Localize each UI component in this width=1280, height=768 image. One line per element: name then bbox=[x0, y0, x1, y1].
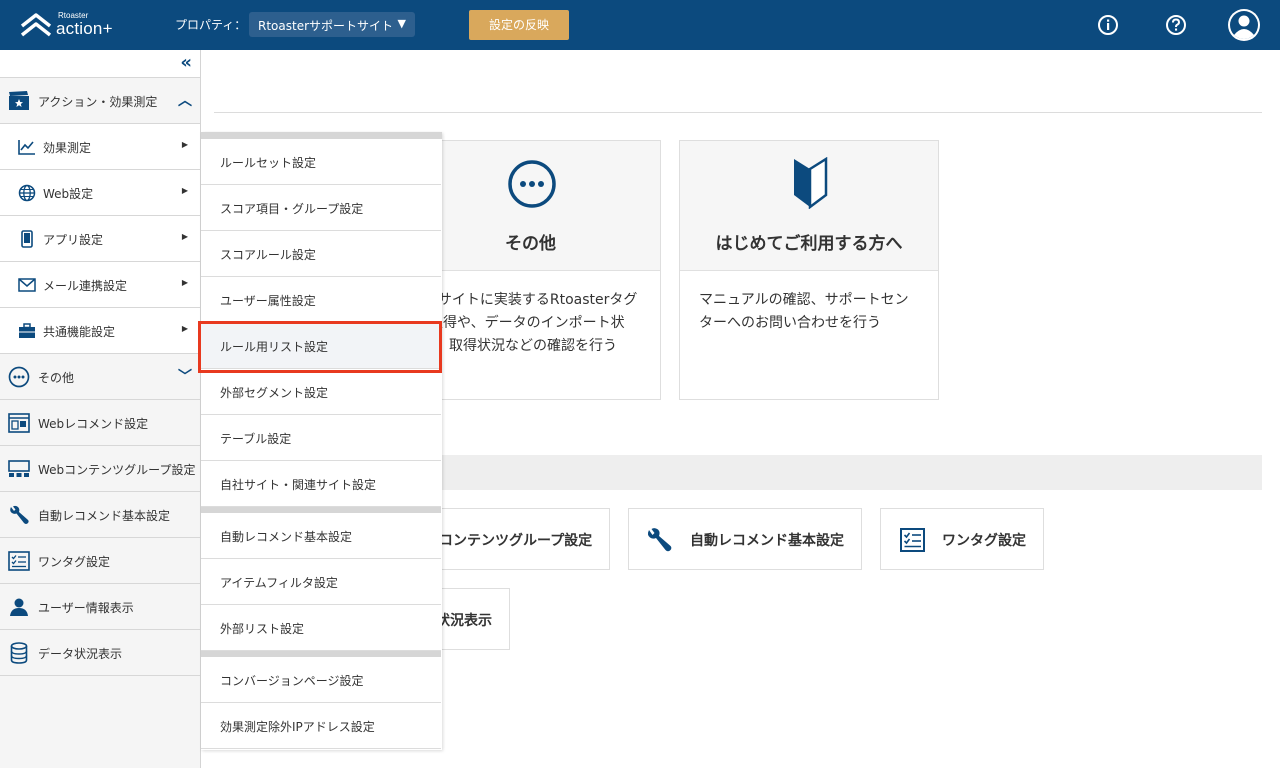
shortcut-label: ワンタグ設定 bbox=[942, 533, 1026, 549]
highlight-annotation bbox=[198, 321, 442, 373]
menu-item-exclude-ip[interactable]: 効果測定除外IPアドレス設定 bbox=[201, 703, 441, 749]
menu-item-score-rule[interactable]: スコアルール設定 bbox=[201, 231, 441, 277]
sidebar-item-label: メール連携設定 bbox=[43, 279, 128, 293]
double-chevron-left-icon: « bbox=[180, 52, 192, 73]
help-icon[interactable] bbox=[1165, 14, 1187, 36]
shortcut-label: 状況表示 bbox=[436, 613, 492, 629]
caret-right-icon: ▶ bbox=[181, 186, 188, 195]
sidebar-item-label: アプリ設定 bbox=[43, 233, 104, 247]
caret-right-icon: ▶ bbox=[181, 232, 188, 241]
smartphone-icon bbox=[16, 228, 38, 250]
property-select-value: Rtoasterサポートサイト bbox=[258, 19, 394, 33]
info-icon[interactable] bbox=[1097, 14, 1119, 36]
card-beginner[interactable]: はじめてご利用する方へ マニュアルの確認、サポートセン ターへのお問い合わせを行… bbox=[679, 140, 939, 400]
sidebar-item-label: その他 bbox=[38, 371, 75, 385]
sidebar: « アクション・効果測定 ︿ 効果測定 ▶ Web設定 ▶ アプリ設定 ▶ メー… bbox=[0, 50, 201, 768]
line-chart-icon bbox=[16, 136, 38, 158]
sidebar-item-label: Webレコメンド設定 bbox=[38, 417, 149, 431]
top-header: Rtoaster action+ プロパティ： Rtoasterサポートサイト … bbox=[0, 0, 1280, 50]
database-icon bbox=[8, 642, 30, 664]
more-circle-icon bbox=[8, 366, 30, 388]
card-title: はじめてご利用する方へ bbox=[715, 234, 903, 254]
sidebar-item-label: アクション・効果測定 bbox=[38, 95, 158, 109]
shortcut-auto-recommend[interactable]: 自動レコメンド基本設定 bbox=[628, 508, 862, 570]
sidebar-item-app-settings[interactable]: アプリ設定 ▶ bbox=[0, 216, 200, 262]
logo-mark-icon bbox=[20, 13, 52, 37]
sidebar-item-content-group[interactable]: Webコンテンツグループ設定 bbox=[0, 446, 200, 492]
sidebar-item-action-measure[interactable]: アクション・効果測定 ︿ bbox=[0, 78, 200, 124]
sidebar-item-other[interactable]: その他 ﹀ bbox=[0, 354, 200, 400]
card-description: bサイトに実装するRtoasterタグ 取得や、データのインポート状 取得状況な… bbox=[429, 289, 637, 358]
wrench-icon bbox=[647, 528, 672, 552]
sidebar-item-web-recommend[interactable]: Webレコメンド設定 bbox=[0, 400, 200, 446]
sidebar-item-label: 効果測定 bbox=[43, 141, 92, 155]
shortcut-label: 自動レコメンド基本設定 bbox=[690, 533, 844, 549]
chevron-down-icon: ﹀ bbox=[178, 369, 192, 385]
card-desc-line: bサイトに実装するRtoasterタグ bbox=[429, 292, 638, 308]
wrench-icon bbox=[8, 504, 30, 526]
sidebar-item-web-settings[interactable]: Web設定 ▶ bbox=[0, 170, 200, 216]
sidebar-item-user-info[interactable]: ユーザー情報表示 bbox=[0, 584, 200, 630]
web-recommend-icon bbox=[8, 412, 30, 434]
card-desc-line: ターへのお問い合わせを行う bbox=[699, 315, 881, 331]
more-circle-icon bbox=[508, 160, 556, 208]
menu-item-auto-recommend[interactable]: 自動レコメンド基本設定 bbox=[201, 513, 441, 559]
menu-item-item-filter[interactable]: アイテムフィルタ設定 bbox=[201, 559, 441, 605]
menu-item-table[interactable]: テーブル設定 bbox=[201, 415, 441, 461]
shortcut-label: コンテンツグループ設定 bbox=[439, 533, 593, 549]
mail-icon bbox=[16, 274, 38, 296]
menu-item-external-segment[interactable]: 外部セグメント設定 bbox=[201, 369, 441, 415]
sidebar-item-label: Web設定 bbox=[43, 187, 94, 201]
sidebar-item-mail-settings[interactable]: メール連携設定 ▶ bbox=[0, 262, 200, 308]
briefcase-icon bbox=[16, 320, 38, 342]
app-logo[interactable]: Rtoaster action+ bbox=[20, 10, 130, 40]
sidebar-item-label: データ状況表示 bbox=[38, 647, 123, 661]
sidebar-item-effect-measure[interactable]: 効果測定 ▶ bbox=[0, 124, 200, 170]
globe-icon bbox=[16, 182, 38, 204]
user-avatar-icon[interactable] bbox=[1228, 9, 1260, 41]
checklist-icon bbox=[900, 528, 925, 552]
sidebar-item-label: ワンタグ設定 bbox=[38, 555, 111, 569]
sidebar-item-label: 共通機能設定 bbox=[43, 325, 116, 339]
caret-down-icon: ▼ bbox=[397, 17, 406, 30]
card-description: マニュアルの確認、サポートセン ターへのお問い合わせを行う bbox=[699, 289, 909, 335]
sidebar-item-onetag[interactable]: ワンタグ設定 bbox=[0, 538, 200, 584]
beginner-mark-icon bbox=[794, 157, 828, 209]
menu-item-own-site[interactable]: 自社サイト・関連サイト設定 bbox=[201, 461, 441, 507]
sidebar-item-label: 自動レコメンド基本設定 bbox=[38, 509, 171, 523]
card-header: はじめてご利用する方へ bbox=[680, 141, 938, 271]
menu-item-user-attribute[interactable]: ユーザー属性設定 bbox=[201, 277, 441, 323]
sidebar-item-label: ユーザー情報表示 bbox=[38, 601, 134, 615]
flyout-menu: ルールセット設定 スコア項目・グループ設定 スコアルール設定 ユーザー属性設定 … bbox=[201, 132, 442, 750]
apply-settings-button[interactable]: 設定の反映 bbox=[469, 10, 569, 40]
menu-item-external-list[interactable]: 外部リスト設定 bbox=[201, 605, 441, 651]
clapperboard-star-icon bbox=[8, 90, 30, 112]
property-select[interactable]: Rtoasterサポートサイト ▼ bbox=[249, 12, 415, 37]
card-desc-line: 取得や、データのインポート状 bbox=[429, 315, 625, 331]
content-group-icon bbox=[8, 458, 30, 480]
sidebar-collapse-button[interactable]: « bbox=[0, 50, 200, 78]
caret-right-icon: ▶ bbox=[181, 324, 188, 333]
logo-main-text: action+ bbox=[56, 19, 113, 38]
user-icon bbox=[8, 596, 30, 618]
caret-right-icon: ▶ bbox=[181, 140, 188, 149]
sidebar-item-auto-recommend[interactable]: 自動レコメンド基本設定 bbox=[0, 492, 200, 538]
chevron-up-icon: ︿ bbox=[178, 93, 192, 109]
menu-item-ruleset[interactable]: ルールセット設定 bbox=[201, 139, 441, 185]
sidebar-item-data-status[interactable]: データ状況表示 bbox=[0, 630, 200, 676]
caret-right-icon: ▶ bbox=[181, 278, 188, 287]
menu-item-score-group[interactable]: スコア項目・グループ設定 bbox=[201, 185, 441, 231]
property-label: プロパティ： bbox=[175, 18, 247, 32]
menu-item-conversion-page[interactable]: コンバージョンページ設定 bbox=[201, 657, 441, 703]
shortcut-onetag[interactable]: ワンタグ設定 bbox=[880, 508, 1044, 570]
section-divider bbox=[214, 112, 1262, 113]
card-desc-line: マニュアルの確認、サポートセン bbox=[699, 292, 909, 308]
sidebar-item-common-settings[interactable]: 共通機能設定 ▶ bbox=[0, 308, 200, 354]
card-desc-line: 取得状況などの確認を行う bbox=[449, 338, 617, 354]
checklist-icon bbox=[8, 550, 30, 572]
sidebar-item-label: Webコンテンツグループ設定 bbox=[38, 463, 196, 477]
